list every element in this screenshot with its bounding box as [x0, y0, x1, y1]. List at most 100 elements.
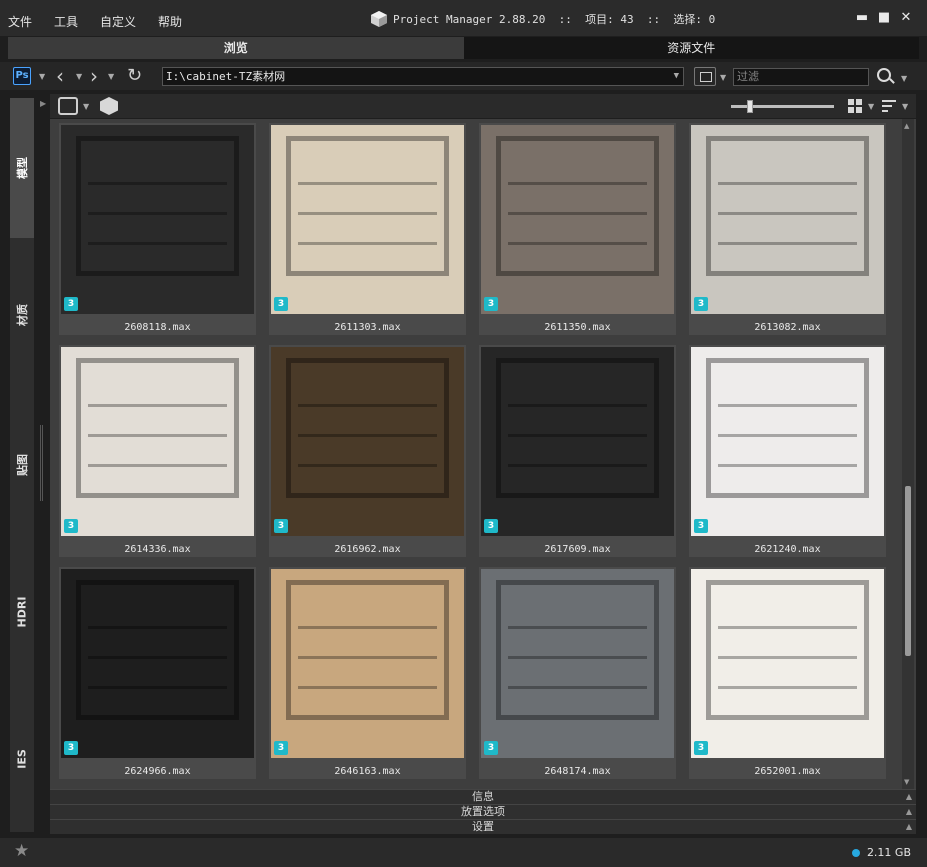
- asset-thumbnail[interactable]: 3: [61, 569, 254, 758]
- sort-dropdown-icon[interactable]: ▼: [902, 102, 908, 111]
- side-tab-label: HDRI: [15, 596, 29, 628]
- scroll-down-icon[interactable]: ▼: [904, 778, 909, 786]
- close-icon[interactable]: ✕: [895, 10, 917, 25]
- scroll-up-icon[interactable]: ▲: [904, 122, 909, 130]
- refresh-icon[interactable]: ↻: [127, 65, 142, 86]
- panel-splitter[interactable]: [40, 425, 43, 501]
- asset-thumbnail[interactable]: 3: [481, 347, 674, 536]
- grid-view-icon[interactable]: [848, 99, 862, 113]
- app-logo-icon: [371, 11, 387, 27]
- collapse-icon[interactable]: ▲: [906, 820, 912, 834]
- asset-item[interactable]: 3 2617609.max: [479, 345, 676, 557]
- tab-browse[interactable]: 浏览: [8, 37, 464, 59]
- filter-toggle-button[interactable]: [694, 67, 716, 86]
- scroll-thumb[interactable]: [905, 486, 911, 656]
- asset-thumbnail[interactable]: 3: [691, 347, 884, 536]
- asset-item[interactable]: 3 2611350.max: [479, 123, 676, 335]
- side-tab-models[interactable]: 模型: [10, 98, 34, 238]
- panel-placement-options[interactable]: 放置选项 ▲: [50, 804, 916, 819]
- view-dropdown-icon[interactable]: ▼: [868, 102, 874, 111]
- side-tab-materials[interactable]: 材质: [10, 238, 34, 392]
- asset-thumbnail[interactable]: 3: [61, 125, 254, 314]
- window-title: Project Manager 2.88.20 :: 项目: 43 :: 选择:…: [370, 10, 715, 28]
- address-bar: Ps ▼ ‹ ▼ › ▼ ↻ I:\cabinet-TZ素材网 ▼ ▼ 过滤 ▼: [0, 62, 927, 90]
- ps-dropdown-icon[interactable]: ▼: [39, 72, 45, 81]
- panel-info[interactable]: 信息 ▲: [50, 789, 916, 804]
- max-version-badge: 3: [274, 741, 288, 755]
- model-cube-icon[interactable]: [100, 97, 118, 115]
- side-tab-hdri[interactable]: HDRI: [10, 538, 34, 686]
- forward-icon[interactable]: ›: [90, 64, 98, 88]
- menu-help[interactable]: 帮助: [158, 13, 182, 30]
- asset-item[interactable]: 3 2611303.max: [269, 123, 466, 335]
- thumbnail-size-slider[interactable]: [731, 100, 834, 113]
- asset-item[interactable]: 3 2652001.max: [689, 567, 886, 779]
- items-label: 项目:: [585, 13, 614, 26]
- asset-item[interactable]: 3 2616962.max: [269, 345, 466, 557]
- asset-item[interactable]: 3 2613082.max: [689, 123, 886, 335]
- collapse-icon[interactable]: ▲: [906, 805, 912, 819]
- sync-dropdown-icon[interactable]: ▼: [83, 102, 89, 111]
- asset-filename: 2616962.max: [334, 544, 401, 555]
- slider-handle[interactable]: [747, 100, 753, 113]
- asset-thumbnail[interactable]: 3: [61, 347, 254, 536]
- asset-thumbnail[interactable]: 3: [271, 125, 464, 314]
- favorite-star-icon[interactable]: ★: [14, 841, 29, 861]
- back-dropdown-icon[interactable]: ▼: [76, 72, 82, 81]
- disk-status-icon: [851, 848, 860, 857]
- items-count: 43: [620, 12, 634, 26]
- filter-input[interactable]: 过滤: [733, 68, 869, 86]
- side-tab-ies[interactable]: IES: [10, 686, 34, 832]
- max-version-badge: 3: [484, 741, 498, 755]
- search-dropdown-icon[interactable]: ▼: [901, 74, 907, 83]
- asset-item[interactable]: 3 2646163.max: [269, 567, 466, 779]
- filter-dropdown-icon[interactable]: ▼: [720, 73, 726, 82]
- asset-filename: 2613082.max: [754, 322, 821, 333]
- asset-thumbnail[interactable]: 3: [691, 569, 884, 758]
- asset-thumbnail[interactable]: 3: [481, 569, 674, 758]
- asset-item[interactable]: 3 2624966.max: [59, 567, 256, 779]
- asset-thumbnail[interactable]: 3: [481, 125, 674, 314]
- max-version-badge: 3: [274, 297, 288, 311]
- asset-item[interactable]: 3 2621240.max: [689, 345, 886, 557]
- panel-settings[interactable]: 设置 ▲: [50, 819, 916, 834]
- sort-icon[interactable]: [882, 100, 896, 112]
- max-version-badge: 3: [694, 297, 708, 311]
- asset-thumbnail[interactable]: 3: [271, 347, 464, 536]
- panel-label: 放置选项: [461, 805, 505, 818]
- minimize-icon[interactable]: ▬: [851, 10, 873, 25]
- photoshop-icon[interactable]: Ps: [13, 67, 31, 85]
- path-dropdown-icon[interactable]: ▼: [674, 68, 679, 85]
- max-version-badge: 3: [694, 741, 708, 755]
- max-version-badge: 3: [274, 519, 288, 533]
- disk-usage: 2.11 GB: [851, 846, 911, 859]
- asset-item[interactable]: 3 2614336.max: [59, 345, 256, 557]
- forward-dropdown-icon[interactable]: ▼: [108, 72, 114, 81]
- back-icon[interactable]: ‹: [56, 64, 64, 88]
- collapse-icon[interactable]: ▲: [906, 790, 912, 804]
- max-version-badge: 3: [64, 519, 78, 533]
- grid-scrollbar[interactable]: ▲ ▼: [902, 119, 914, 789]
- side-tab-textures[interactable]: 贴图: [10, 392, 34, 538]
- maximize-icon[interactable]: ■: [873, 10, 895, 25]
- asset-thumbnail[interactable]: 3: [271, 569, 464, 758]
- side-tab-label: 材质: [16, 304, 29, 326]
- panel-label: 信息: [472, 790, 494, 803]
- menu-customize[interactable]: 自定义: [100, 13, 136, 30]
- asset-item[interactable]: 3 2608118.max: [59, 123, 256, 335]
- asset-item[interactable]: 3 2648174.max: [479, 567, 676, 779]
- menu-file[interactable]: 文件: [8, 13, 32, 30]
- max-version-badge: 3: [484, 519, 498, 533]
- panel-label: 设置: [472, 820, 494, 833]
- asset-thumbnail[interactable]: 3: [691, 125, 884, 314]
- side-tab-label: 贴图: [16, 454, 29, 476]
- search-icon[interactable]: [877, 68, 891, 82]
- path-input[interactable]: I:\cabinet-TZ素材网 ▼: [162, 67, 684, 86]
- asset-filename: 2621240.max: [754, 544, 821, 555]
- menu-tools[interactable]: 工具: [54, 13, 78, 30]
- tab-resource-files[interactable]: 资源文件: [463, 37, 919, 59]
- max-version-badge: 3: [64, 741, 78, 755]
- sync-icon[interactable]: [58, 97, 78, 115]
- menu-bar: 文件 工具 自定义 帮助: [8, 13, 204, 30]
- expand-arrow-icon[interactable]: ▶: [40, 99, 46, 108]
